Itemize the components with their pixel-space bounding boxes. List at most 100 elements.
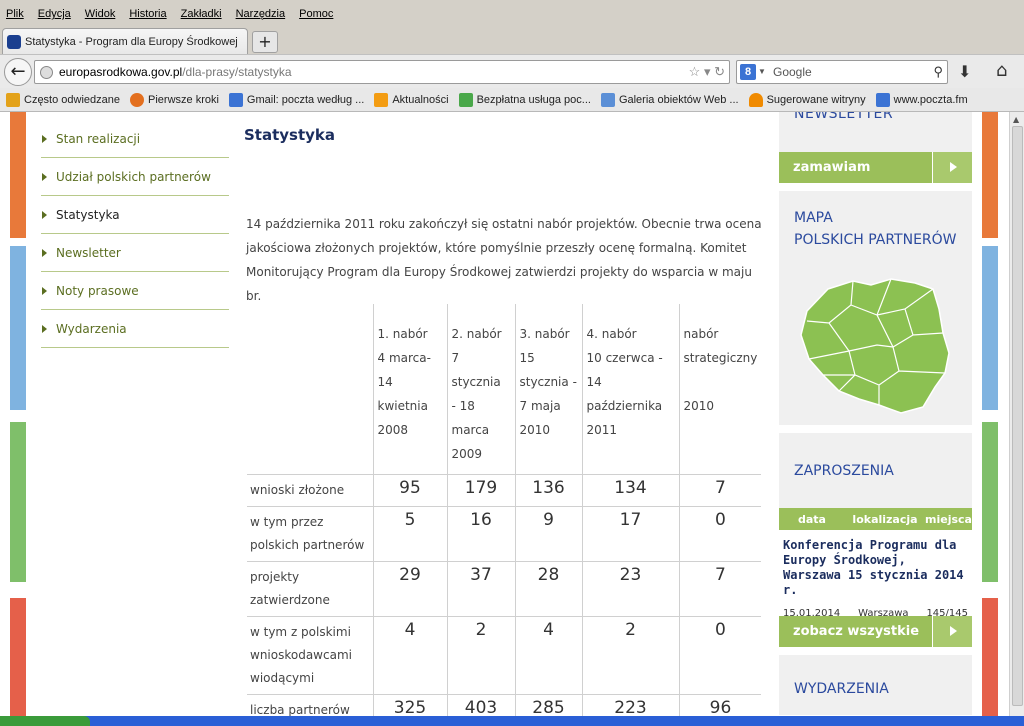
nav-item-stan-realizacji[interactable]: Stan realizacji xyxy=(41,120,229,158)
menu-pomoc[interactable]: Pomoc xyxy=(299,8,333,20)
bookmark-item[interactable]: Gmail: poczta według ... xyxy=(228,92,364,107)
bookmark-star-icon[interactable]: ☆ xyxy=(689,64,701,79)
left-nav: Stan realizacji Udział polskich partneró… xyxy=(41,120,229,348)
events-heading: WYDARZENIA xyxy=(794,681,889,697)
table-cell: 16 xyxy=(447,505,516,561)
bookmark-item[interactable]: Sugerowane witryny xyxy=(748,92,866,107)
reload-icon[interactable]: ↻ xyxy=(714,64,725,79)
page-title: Statystyka xyxy=(244,126,336,144)
event-item[interactable]: Konferencja Programu dla Europy Środkowe… xyxy=(779,530,972,619)
col-seats: miejsca xyxy=(925,512,972,526)
bullet-arrow-icon xyxy=(42,286,47,295)
download-icon[interactable]: ⬇ xyxy=(958,62,971,81)
bullet-arrow-icon xyxy=(42,248,47,257)
main-content: Statystyka 14 października 2011 roku zak… xyxy=(244,112,766,303)
play-arrow-icon xyxy=(932,152,972,183)
nav-item-wydarzenia[interactable]: Wydarzenia xyxy=(41,310,229,348)
bookmark-item[interactable]: Bezpłatna usługa poc... xyxy=(458,92,591,107)
play-arrow-icon xyxy=(932,616,972,647)
newsletter-heading: NEWSLETTER xyxy=(794,112,894,122)
row-label: liczba partnerów xyxy=(247,693,374,716)
search-placeholder: Google xyxy=(773,65,812,79)
table-cell: 285 xyxy=(515,693,583,716)
bookmarks-bar: Często odwiedzane Pierwsze kroki Gmail: … xyxy=(0,88,1024,112)
url-controls: ☆ ▾ ↻ xyxy=(689,61,725,83)
menu-bar: Plik Edycja Widok Historia Zakładki Narz… xyxy=(0,0,1024,28)
event-title[interactable]: Konferencja Programu dla Europy Środkowe… xyxy=(783,538,968,598)
search-input[interactable]: 8 ▼ Google ⚲ xyxy=(736,60,948,84)
bookmark-item[interactable]: Galeria obiektów Web ... xyxy=(600,92,739,107)
table-cell: 28 xyxy=(515,560,583,616)
nav-item-statystyka[interactable]: Statystyka xyxy=(41,196,229,234)
google-icon xyxy=(228,92,243,107)
tab-statystyka[interactable]: Statystyka - Program dla Europy Środkowe… xyxy=(2,28,248,54)
bullet-arrow-icon xyxy=(42,172,47,181)
bullet-arrow-icon xyxy=(42,210,47,219)
table-row: w tym przez polskich partnerów 5 16 9 17… xyxy=(247,505,762,561)
home-icon[interactable]: ⌂ xyxy=(996,60,1007,81)
bookmark-item[interactable]: Pierwsze kroki xyxy=(130,92,219,107)
table-cell: 0 xyxy=(679,615,762,694)
google-icon[interactable]: 8 xyxy=(740,64,756,80)
menu-edycja[interactable]: Edycja xyxy=(38,8,71,20)
url-bar[interactable]: europasrodkowa.gov.pl/dla-prasy/statysty… xyxy=(34,60,730,84)
menu-plik[interactable]: Plik xyxy=(6,8,24,20)
decor-stripe-blue xyxy=(10,246,26,410)
navigation-bar: ← europasrodkowa.gov.pl/dla-prasy/statys… xyxy=(0,54,1024,88)
table-header-empty xyxy=(247,304,374,474)
table-cell: 179 xyxy=(447,473,516,506)
decor-stripe-green xyxy=(982,422,998,582)
partners-map-box[interactable]: MAPA POLSKICH PARTNERÓW xyxy=(779,191,972,425)
invitations-box: ZAPROSZENIA xyxy=(779,433,972,508)
subscribe-button[interactable]: zamawiam xyxy=(779,152,972,183)
menu-narzedzia[interactable]: Narzędzia xyxy=(236,8,286,20)
table-cell: 223 xyxy=(582,693,680,716)
bullet-arrow-icon xyxy=(42,134,47,143)
dropdown-icon[interactable]: ▾ xyxy=(704,64,711,79)
menu-historia[interactable]: Historia xyxy=(129,8,166,20)
nav-item-udzial-partnerow[interactable]: Udział polskich partnerów xyxy=(41,158,229,196)
see-all-button[interactable]: zobacz wszystkie xyxy=(779,616,972,647)
nav-item-noty-prasowe[interactable]: Noty prasowe xyxy=(41,272,229,310)
new-tab-button[interactable]: + xyxy=(252,31,278,53)
bookmark-item[interactable]: www.poczta.fm xyxy=(875,92,968,107)
tab-title: Statystyka - Program dla Europy Środkowe… xyxy=(25,35,238,48)
table-cell: 5 xyxy=(373,505,448,561)
bookmark-item[interactable]: Aktualności xyxy=(374,92,449,107)
eu-favicon-icon xyxy=(7,34,21,49)
table-cell: 2 xyxy=(447,615,516,694)
table-cell: 29 xyxy=(373,560,448,616)
table-row: projekty zatwierdzone 29 37 28 23 7 xyxy=(247,560,762,616)
scroll-up-icon[interactable]: ▲ xyxy=(1013,115,1019,124)
table-row: liczba partnerów 325 403 285 223 96 xyxy=(247,693,762,716)
table-header-cell: 3. nabór 15 stycznia -7 maja 2010 xyxy=(515,304,583,474)
vertical-scrollbar[interactable]: ▲ xyxy=(1009,112,1024,716)
url-host: europasrodkowa.gov.pl xyxy=(59,65,183,79)
magnifier-icon[interactable]: ⚲ xyxy=(933,61,943,83)
back-arrow-icon[interactable]: ← xyxy=(4,58,32,86)
scrollbar-thumb[interactable] xyxy=(1012,126,1023,706)
statistics-table: 1. nabór 4 marca-14 kwietnia 2008 2. nabór 7… xyxy=(247,304,762,716)
table-cell: 95 xyxy=(373,473,448,506)
suggest-icon xyxy=(748,92,763,107)
chevron-down-icon[interactable]: ▼ xyxy=(758,61,766,83)
menu-widok[interactable]: Widok xyxy=(85,8,116,20)
bookmark-item[interactable]: Często odwiedzane xyxy=(6,92,120,107)
windows-icon xyxy=(458,92,473,107)
row-label: wnioski złożone xyxy=(247,473,374,506)
map-heading: MAPA POLSKICH PARTNERÓW xyxy=(794,210,957,248)
page-viewport: Stan realizacji Udział polskich partneró… xyxy=(0,112,1009,716)
table-cell: 2 xyxy=(582,615,680,694)
poland-map-icon[interactable] xyxy=(793,275,953,415)
table-cell: 17 xyxy=(582,505,680,561)
start-button[interactable] xyxy=(0,716,90,726)
gallery-icon xyxy=(600,92,615,107)
menu-zakladki[interactable]: Zakładki xyxy=(181,8,222,20)
decor-stripe-red xyxy=(10,598,26,716)
table-cell: 134 xyxy=(582,473,680,506)
table-cell: 4 xyxy=(515,615,583,694)
table-cell: 136 xyxy=(515,473,583,506)
col-location: lokalizacja xyxy=(852,512,918,526)
nav-item-newsletter[interactable]: Newsletter xyxy=(41,234,229,272)
table-cell: 37 xyxy=(447,560,516,616)
